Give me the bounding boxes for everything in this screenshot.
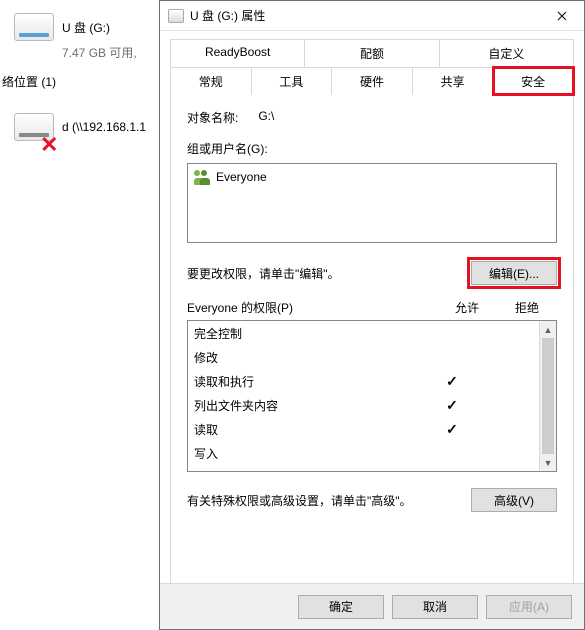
permission-row: 修改 <box>188 345 539 369</box>
permission-name: 修改 <box>194 349 425 366</box>
tab-custom[interactable]: 自定义 <box>440 39 574 67</box>
permissions-allow-header: 允许 <box>437 299 497 316</box>
titlebar-drive-icon <box>168 9 184 23</box>
permission-allow <box>425 421 479 438</box>
advanced-button[interactable]: 高级(V) <box>471 488 557 512</box>
permission-name: 读取和执行 <box>194 373 425 390</box>
permission-name: 读取 <box>194 421 425 438</box>
list-item-label: Everyone <box>216 170 267 184</box>
drive-label: U 盘 (G:) <box>62 19 110 36</box>
titlebar: U 盘 (G:) 属性 <box>160 1 584 31</box>
disconnected-icon: ✕ <box>40 132 58 158</box>
drive-sublabel: 7.47 GB 可用, <box>62 44 159 61</box>
object-name-value: G:\ <box>258 109 274 126</box>
users-icon <box>194 169 210 185</box>
tabs-container: ReadyBoost 配额 自定义 常规 工具 硬件 共享 安全 对象名称: G… <box>160 31 584 605</box>
permission-name: 列出文件夹内容 <box>194 397 425 414</box>
ok-button[interactable]: 确定 <box>298 595 384 619</box>
permission-allow <box>425 397 479 414</box>
edit-button[interactable]: 编辑(E)... <box>471 261 557 285</box>
permissions-deny-header: 拒绝 <box>497 299 557 316</box>
scroll-thumb[interactable] <box>542 338 554 454</box>
tab-tools[interactable]: 工具 <box>252 67 333 95</box>
scroll-track[interactable] <box>540 338 556 454</box>
permissions-header-label: Everyone 的权限(P) <box>187 299 437 316</box>
groups-listbox[interactable]: Everyone <box>187 163 557 243</box>
permissions-listbox: 完全控制修改读取和执行列出文件夹内容读取写入 ▲ ▼ <box>187 320 557 472</box>
advanced-hint: 有关特殊权限或高级设置，请单击"高级"。 <box>187 492 412 509</box>
tab-general[interactable]: 常规 <box>170 67 252 95</box>
permission-row: 读取和执行 <box>188 369 539 393</box>
edit-hint: 要更改权限，请单击"编辑"。 <box>187 265 340 282</box>
tab-security[interactable]: 安全 <box>493 67 574 95</box>
drive-icon <box>14 13 54 41</box>
permission-name: 写入 <box>194 445 425 462</box>
apply-button[interactable]: 应用(A) <box>486 595 572 619</box>
tab-panel-security: 对象名称: G:\ 组或用户名(G): Everyone 要更改权限，请单击"编… <box>170 95 574 605</box>
close-icon <box>557 11 567 21</box>
list-item[interactable]: Everyone <box>192 168 552 186</box>
cancel-button[interactable]: 取消 <box>392 595 478 619</box>
scroll-down-button[interactable]: ▼ <box>540 454 556 471</box>
permission-row: 列出文件夹内容 <box>188 393 539 417</box>
permission-row: 写入 <box>188 441 539 465</box>
scroll-up-button[interactable]: ▲ <box>540 321 556 338</box>
network-drive-item[interactable]: d (\\192.168.1.1 <box>0 100 159 148</box>
explorer-pane: U 盘 (G:) 7.47 GB 可用, 络位置 (1) d (\\192.16… <box>0 0 159 630</box>
network-drive-label: d (\\192.168.1.1 <box>62 120 146 134</box>
permission-row: 完全控制 <box>188 321 539 345</box>
permission-row: 读取 <box>188 417 539 441</box>
tabs-row-1: ReadyBoost 配额 自定义 <box>170 39 574 67</box>
groups-label: 组或用户名(G): <box>187 140 557 157</box>
tab-hardware[interactable]: 硬件 <box>332 67 413 95</box>
object-name-label: 对象名称: <box>187 109 238 126</box>
dialog-footer: 确定 取消 应用(A) <box>160 583 584 629</box>
tab-sharing[interactable]: 共享 <box>413 67 494 95</box>
properties-dialog: U 盘 (G:) 属性 ReadyBoost 配额 自定义 常规 工具 硬件 共… <box>159 0 585 630</box>
permission-name: 完全控制 <box>194 325 425 342</box>
section-label: 络位置 (1) <box>0 61 159 94</box>
dialog-title: U 盘 (G:) 属性 <box>190 7 539 24</box>
tabs-row-2: 常规 工具 硬件 共享 安全 <box>170 67 574 95</box>
tab-quota[interactable]: 配额 <box>305 39 439 67</box>
permission-allow <box>425 373 479 390</box>
drive-item[interactable]: U 盘 (G:) <box>0 0 159 48</box>
close-button[interactable] <box>539 1 584 30</box>
permissions-scroll-area: 完全控制修改读取和执行列出文件夹内容读取写入 <box>188 321 539 471</box>
tab-readyboost[interactable]: ReadyBoost <box>170 39 305 67</box>
scrollbar[interactable]: ▲ ▼ <box>539 321 556 471</box>
